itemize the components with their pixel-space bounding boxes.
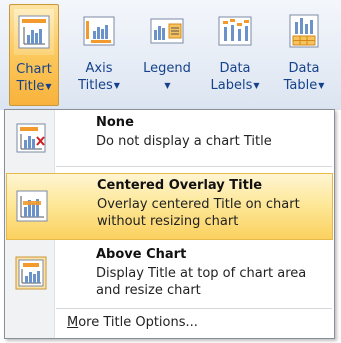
legend-icon (147, 8, 187, 54)
data-table-button[interactable]: Data Table▼ (274, 4, 334, 106)
more-title-options-link[interactable]: More Title Options... (67, 315, 198, 330)
above-chart-icon (12, 254, 50, 292)
data-table-icon (284, 8, 324, 54)
menu-item-title: Above Chart (96, 247, 187, 262)
menu-item-title: None (96, 115, 134, 130)
axis-titles-label-line2: Titles (78, 78, 113, 93)
data-labels-button[interactable]: Data Labels▼ (206, 4, 264, 106)
menu-item-title: Centered Overlay Title (97, 178, 263, 193)
menu-separator (56, 166, 332, 167)
chevron-down-icon: ▼ (318, 81, 325, 90)
chevron-down-icon: ▼ (253, 81, 260, 90)
menu-item-description: Do not display a chart Title (96, 134, 272, 149)
chart-title-dropdown-menu: None Do not display a chart Title Center… (4, 109, 335, 339)
data-labels-icon (215, 8, 255, 54)
data-labels-label-line2: Labels (210, 78, 253, 93)
chevron-down-icon: ▼ (45, 82, 52, 91)
access-key-letter: M (67, 315, 79, 330)
menu-separator (56, 308, 332, 309)
axis-titles-icon (79, 8, 119, 54)
no-title-icon (12, 119, 50, 157)
more-title-options-label: ore Title Options... (78, 315, 198, 330)
menu-item-none[interactable]: None Do not display a chart Title (6, 112, 333, 164)
data-table-label-line1: Data (288, 61, 320, 76)
overlay-title-icon (13, 187, 51, 225)
menu-item-centered-overlay-title[interactable]: Centered Overlay Title Overlay centered … (6, 173, 333, 240)
chart-layout-ribbon: Chart Title▼ Axis Titles▼ Legend ▼ Data … (0, 0, 341, 110)
data-labels-label-line1: Data (219, 61, 251, 76)
menu-item-description: Overlay centered Title on chart without … (97, 197, 300, 229)
legend-label-line1: Legend (143, 61, 191, 76)
legend-button[interactable]: Legend ▼ (138, 4, 196, 106)
chart-title-label-line2: Title (16, 79, 45, 94)
chart-title-button[interactable]: Chart Title▼ (9, 4, 59, 106)
axis-titles-button[interactable]: Axis Titles▼ (74, 4, 124, 106)
chevron-down-icon: ▼ (113, 81, 120, 90)
chart-title-label-line1: Chart (16, 62, 52, 77)
chevron-down-icon: ▼ (164, 81, 171, 90)
chart-title-icon (14, 9, 54, 55)
axis-titles-label-line1: Axis (85, 61, 113, 76)
menu-item-above-chart[interactable]: Above Chart Display Title at top of char… (6, 243, 333, 305)
menu-item-description: Display Title at top of chart area and r… (96, 266, 307, 298)
data-table-label-line2: Table (283, 78, 318, 93)
